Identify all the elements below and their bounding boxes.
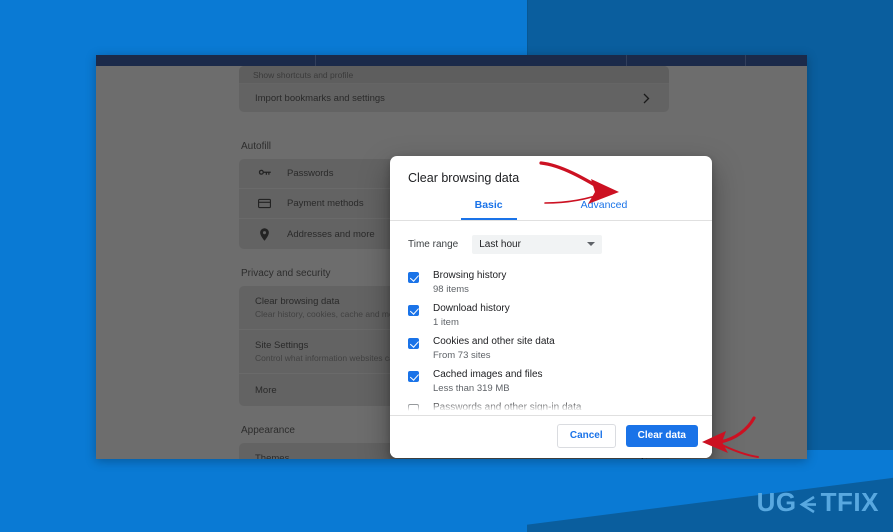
tab-divider (315, 55, 316, 66)
tab-divider (626, 55, 627, 66)
time-range-row: Time range Last hour (390, 221, 712, 260)
ugetfix-logo-mark (798, 492, 820, 514)
clear-data-button[interactable]: Clear data (625, 425, 698, 447)
dialog-body: Time range Last hour Browsing history 98… (390, 221, 712, 415)
time-range-label: Time range (408, 238, 459, 250)
tab-advanced[interactable]: Advanced (581, 198, 628, 220)
checkbox-text: Download history 1 item (433, 302, 510, 329)
checkbox-label: Cookies and other site data (433, 335, 555, 347)
data-type-checklist: Browsing history 98 items Download histo… (390, 260, 712, 415)
ugetfix-watermark: UG TFIX (757, 487, 879, 518)
chrome-browser-window: Show shortcuts and profile Import bookma… (96, 55, 807, 459)
tab-basic[interactable]: Basic (460, 198, 517, 220)
key-icon (255, 165, 273, 183)
time-range-select[interactable]: Last hour (472, 234, 603, 254)
browser-title-bar (96, 55, 807, 66)
watermark-right-text: TFIX (820, 487, 879, 517)
checkbox-description: 98 items (433, 283, 469, 295)
dialog-header: Clear browsing data Basic Advanced (390, 156, 712, 220)
browser-tab-strip[interactable] (96, 55, 807, 66)
checkbox-row-download-history[interactable]: Download history 1 item (390, 299, 712, 332)
cancel-button[interactable]: Cancel (556, 424, 616, 448)
checkbox-text: Cookies and other site data From 73 site… (433, 335, 555, 362)
checkbox-label: Browsing history (433, 269, 507, 281)
settings-row-import-bookmarks[interactable]: Import bookmarks and settings (239, 84, 669, 112)
checkbox-label: Cached images and files (433, 368, 543, 380)
chevron-right-icon (639, 93, 653, 104)
checkbox-row-browsing-history[interactable]: Browsing history 98 items (390, 266, 712, 299)
checkbox-description: Less than 319 MB (433, 382, 510, 394)
checkbox-passwords[interactable] (408, 403, 419, 415)
checkbox-download-history[interactable] (408, 304, 419, 316)
checkbox-browsing-history[interactable] (408, 271, 419, 283)
clear-browsing-data-dialog: Clear browsing data Basic Advanced Time … (390, 156, 712, 458)
checkbox-label: Download history (433, 302, 510, 314)
dialog-footer: Cancel Clear data (390, 415, 712, 458)
dialog-tabs: Basic Advanced (408, 198, 694, 220)
row-title: Import bookmarks and settings (255, 92, 385, 104)
credit-card-icon (255, 195, 273, 213)
checkbox-row-passwords[interactable]: Passwords and other sign-in data None (390, 398, 712, 415)
chevron-down-icon (587, 242, 596, 247)
checkbox-text: Browsing history 98 items (433, 269, 506, 296)
partial-row-top: Show shortcuts and profile (239, 66, 669, 84)
watermark-left-text: UG (756, 487, 797, 517)
location-pin-icon (255, 225, 273, 243)
checkbox-text: Cached images and files Less than 319 MB (433, 368, 543, 395)
checkbox-description: 1 item (433, 316, 459, 328)
section-heading-autofill: Autofill (241, 141, 272, 152)
dialog-title: Clear browsing data (408, 171, 520, 185)
desktop-background: Show shortcuts and profile Import bookma… (0, 0, 893, 532)
tab-divider (745, 55, 746, 66)
settings-card-partial-top: Show shortcuts and profile Import bookma… (239, 66, 669, 112)
checkbox-row-cookies[interactable]: Cookies and other site data From 73 site… (390, 332, 712, 365)
row-text: Import bookmarks and settings (255, 92, 639, 105)
checkbox-cached-images[interactable] (408, 370, 419, 382)
checkbox-label: Passwords and other sign-in data (433, 401, 582, 413)
checkbox-cookies[interactable] (408, 337, 419, 349)
time-range-value: Last hour (479, 238, 521, 250)
checkbox-text: Passwords and other sign-in data None (433, 401, 581, 415)
checkbox-description: From 73 sites (433, 349, 491, 361)
checkbox-row-cached-images[interactable]: Cached images and files Less than 319 MB (390, 365, 712, 398)
